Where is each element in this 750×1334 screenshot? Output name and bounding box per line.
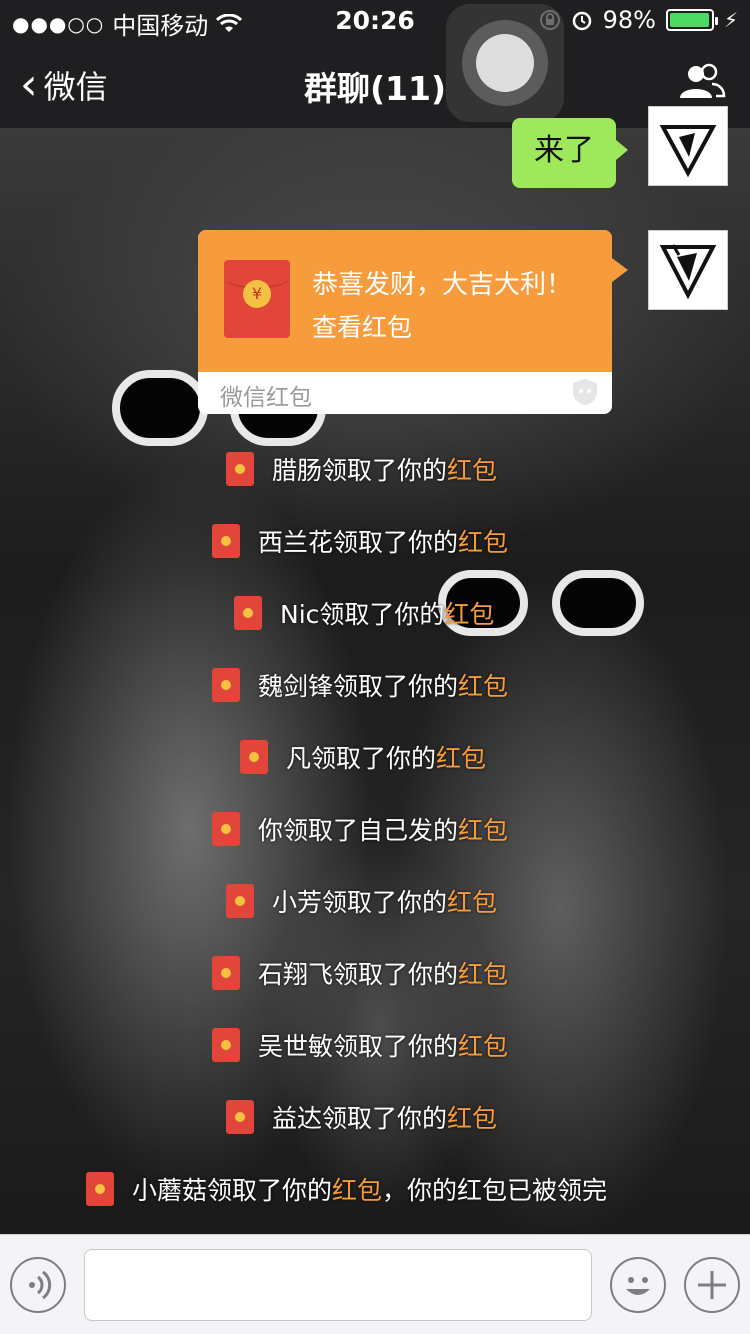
red-packet-icon (226, 1100, 254, 1134)
notice-prefix: 凡领取了你的 (286, 744, 437, 773)
my-avatar[interactable] (648, 230, 728, 310)
system-notice[interactable]: 魏剑锋领取了你的红包 (212, 656, 508, 714)
notice-text: 石翔飞领取了你的红包 (258, 955, 508, 991)
red-packet-icon (212, 524, 240, 558)
notice-red-packet-link[interactable]: 红包 (458, 960, 508, 989)
notice-prefix: 西兰花领取了你的 (258, 528, 459, 557)
wallpaper-decoration (552, 570, 644, 636)
notice-text: 凡领取了你的红包 (286, 739, 486, 775)
notice-prefix: 益达领取了你的 (272, 1104, 448, 1133)
assistive-touch-button[interactable] (446, 4, 564, 122)
red-packet-icon (234, 596, 262, 630)
unicorn-logo-icon (659, 244, 717, 300)
unicorn-logo-icon (659, 125, 717, 178)
voice-icon (29, 1270, 52, 1300)
notice-red-packet-link[interactable]: 红包 (458, 672, 508, 701)
red-packet-action: 查看红包 (312, 313, 413, 342)
message-input[interactable] (84, 1249, 592, 1321)
notice-red-packet-link[interactable]: 红包 (447, 456, 497, 485)
emoji-icon (626, 1277, 650, 1295)
group-people-icon[interactable] (676, 62, 726, 102)
notice-prefix: 魏剑锋领取了你的 (258, 672, 459, 701)
notice-red-packet-link[interactable]: 红包 (447, 1104, 497, 1133)
notice-text: 魏剑锋领取了你的红包 (258, 667, 508, 703)
notice-prefix: 石翔飞领取了你的 (258, 960, 459, 989)
red-packet-greeting: 恭喜发财，大吉大利！ (312, 270, 573, 300)
red-packet-card[interactable]: ¥ 恭喜发财，大吉大利！ 查看红包 微信红包 (198, 230, 612, 414)
red-packet-icon (212, 1028, 240, 1062)
voice-button[interactable] (10, 1257, 66, 1313)
battery-icon (665, 9, 718, 31)
assistive-touch-dot (476, 34, 534, 92)
sent-message-bubble[interactable]: 来了 (512, 118, 628, 188)
notice-text: 腊肠领取了你的红包 (272, 451, 497, 487)
notice-suffix: ，你的红包已被领完 (382, 1176, 608, 1205)
notice-red-packet-link[interactable]: 红包 (436, 744, 486, 773)
notice-red-packet-link[interactable]: 红包 (458, 1032, 508, 1061)
notice-prefix: Nic领取了你的 (280, 600, 445, 629)
shield-icon (573, 379, 597, 405)
notice-text: 西兰花领取了你的红包 (258, 523, 508, 559)
status-right: 98% ⚡ (539, 6, 738, 34)
system-notice[interactable]: 吴世敏领取了你的红包 (212, 1016, 508, 1074)
status-bar: ●●●○○ 中国移动 20:26 98% ⚡ (0, 0, 750, 40)
top-bar: ●●●○○ 中国移动 20:26 98% ⚡ ‹ 微信 群聊(11) (0, 0, 750, 128)
red-packet-icon (86, 1172, 114, 1206)
notice-red-packet-link[interactable]: 红包 (332, 1176, 382, 1205)
red-packet-footer-label: 微信红包 (220, 385, 312, 411)
bubble-tail (612, 258, 628, 282)
notice-prefix: 吴世敏领取了你的 (258, 1032, 459, 1061)
system-notice[interactable]: Nic领取了你的红包 (234, 584, 494, 642)
red-packet-footer: 微信红包 (198, 372, 612, 414)
system-notice[interactable]: 凡领取了你的红包 (240, 728, 486, 786)
input-bar (0, 1234, 750, 1334)
wallpaper-decoration (112, 370, 208, 446)
red-packet-icon (226, 884, 254, 918)
notice-text: 益达领取了你的红包 (272, 1099, 497, 1135)
red-packet-icon (212, 812, 240, 846)
more-button[interactable] (684, 1257, 740, 1313)
red-packet-icon (212, 956, 240, 990)
system-notice[interactable]: 你领取了自己发的红包 (212, 800, 508, 858)
navigation-bar: ‹ 微信 群聊(11) (0, 40, 750, 128)
coin-icon: ¥ (243, 280, 271, 308)
red-packet-icon (226, 452, 254, 486)
red-packet-icon (240, 740, 268, 774)
battery-level (669, 13, 710, 27)
system-notice[interactable]: 腊肠领取了你的红包 (226, 440, 497, 498)
notice-red-packet-link[interactable]: 红包 (458, 528, 508, 557)
notice-red-packet-link[interactable]: 红包 (444, 600, 494, 629)
system-notice[interactable]: 西兰花领取了你的红包 (212, 512, 508, 570)
system-notice[interactable]: 石翔飞领取了你的红包 (212, 944, 508, 1002)
notice-prefix: 小蘑菇领取了你的 (132, 1176, 333, 1205)
red-packet-icon (212, 668, 240, 702)
system-notice[interactable]: 益达领取了你的红包 (226, 1088, 497, 1146)
notice-red-packet-link[interactable]: 红包 (447, 888, 497, 917)
system-notice[interactable]: 小蘑菇领取了你的红包，你的红包已被领完 (86, 1160, 607, 1218)
notice-text: 小芳领取了你的红包 (272, 883, 497, 919)
red-packet-top: ¥ 恭喜发财，大吉大利！ 查看红包 (198, 230, 612, 372)
battery-percent: 98% (602, 6, 656, 34)
plus-icon (698, 1271, 726, 1299)
red-envelope-icon: ¥ (224, 260, 290, 338)
notice-text: 你领取了自己发的红包 (258, 811, 508, 847)
charging-icon: ⚡ (723, 8, 738, 32)
notice-text: Nic领取了你的红包 (280, 595, 494, 631)
notice-prefix: 腊肠领取了你的 (272, 456, 448, 485)
notice-red-packet-link[interactable]: 红包 (458, 816, 508, 845)
emoji-button[interactable] (610, 1257, 666, 1313)
sent-message-text: 来了 (534, 133, 594, 168)
system-notice[interactable]: 小芳领取了你的红包 (226, 872, 497, 930)
notice-prefix: 小芳领取了你的 (272, 888, 448, 917)
page-title: 群聊(11) (303, 69, 447, 108)
alarm-icon (572, 11, 591, 31)
my-avatar[interactable] (648, 106, 728, 186)
notice-text: 小蘑菇领取了你的红包，你的红包已被领完 (132, 1171, 607, 1207)
notice-prefix: 你领取了自己发的 (258, 816, 459, 845)
notice-text: 吴世敏领取了你的红包 (258, 1027, 508, 1063)
